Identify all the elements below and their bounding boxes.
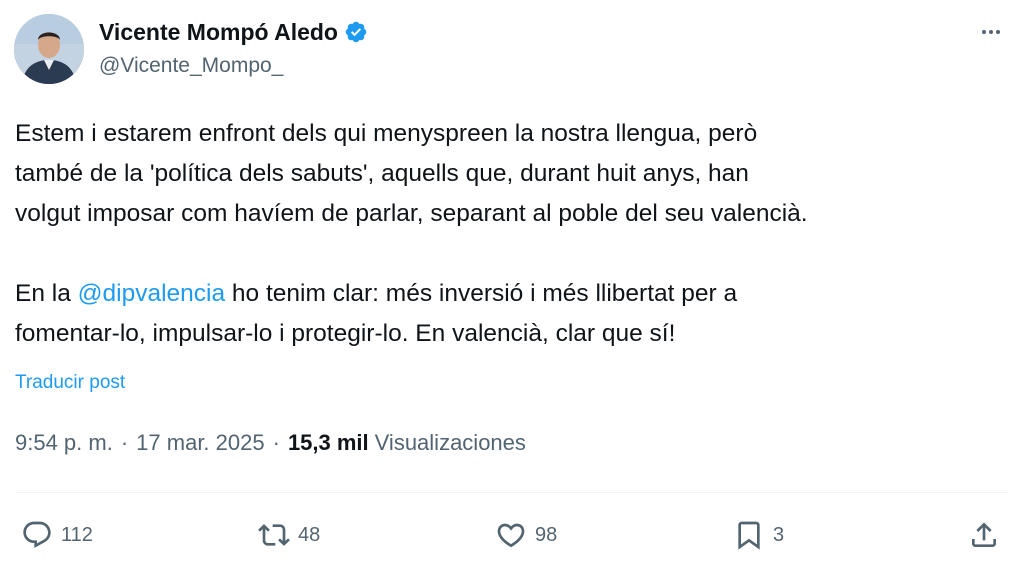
divider bbox=[15, 492, 1009, 493]
tweet-line: Estem i estarem enfront dels qui menyspr… bbox=[15, 120, 758, 147]
post-time[interactable]: 9:54 p. m. bbox=[15, 430, 113, 456]
tweet-line: volgut imposar com havíem de parlar, sep… bbox=[15, 200, 808, 227]
author-name-row: Vicente Mompó Aledo bbox=[99, 16, 368, 48]
reply-icon bbox=[23, 521, 51, 548]
bookmark-button[interactable]: 3 bbox=[733, 515, 784, 555]
tweet-line: fomentar-lo, impulsar-lo i protegir-lo. … bbox=[15, 320, 676, 347]
translate-post-link[interactable]: Traducir post bbox=[15, 372, 125, 394]
repost-icon bbox=[258, 524, 290, 546]
avatar[interactable] bbox=[14, 14, 84, 84]
tweet-text-fragment: En la bbox=[15, 280, 78, 307]
mention-link[interactable]: @dipvalencia bbox=[78, 280, 225, 307]
meta-separator: · bbox=[120, 430, 129, 455]
avatar-photo bbox=[14, 14, 84, 84]
author-handle[interactable]: @Vicente_Mompo_ bbox=[99, 54, 283, 78]
bookmark-icon bbox=[738, 521, 760, 550]
share-button[interactable] bbox=[968, 515, 1000, 555]
tweet-text: Estem i estarem enfront dels qui menyspr… bbox=[15, 114, 1015, 354]
more-options-icon[interactable] bbox=[976, 20, 1006, 44]
like-count: 98 bbox=[535, 523, 558, 546]
views-label[interactable]: Visualizaciones bbox=[375, 430, 526, 456]
reply-button[interactable]: 112 bbox=[21, 515, 93, 555]
heart-icon bbox=[497, 523, 525, 548]
bookmark-count: 3 bbox=[773, 523, 785, 546]
repost-button[interactable]: 48 bbox=[258, 515, 320, 555]
author-display-name[interactable]: Vicente Mompó Aledo bbox=[99, 19, 338, 46]
tweet-line: En la @dipvalencia ho tenim clar: més in… bbox=[15, 274, 1015, 314]
share-icon bbox=[972, 522, 996, 547]
reply-count: 112 bbox=[61, 523, 93, 546]
verified-badge-icon[interactable] bbox=[344, 20, 368, 44]
tweet-line: també de la 'política dels sabuts', aque… bbox=[15, 160, 749, 187]
post-date[interactable]: 17 mar. 2025 bbox=[136, 430, 264, 456]
repost-count: 48 bbox=[298, 523, 321, 546]
tweet-meta: 9:54 p. m. · 17 mar. 2025 · 15,3 mil Vis… bbox=[15, 430, 526, 456]
action-bar: 112 48 98 3 bbox=[15, 515, 1009, 555]
views-count[interactable]: 15,3 mil bbox=[288, 430, 369, 456]
like-button[interactable]: 98 bbox=[495, 515, 557, 555]
meta-separator: · bbox=[272, 430, 280, 455]
tweet-text-fragment: ho tenim clar: més inversió i més lliber… bbox=[225, 280, 738, 307]
